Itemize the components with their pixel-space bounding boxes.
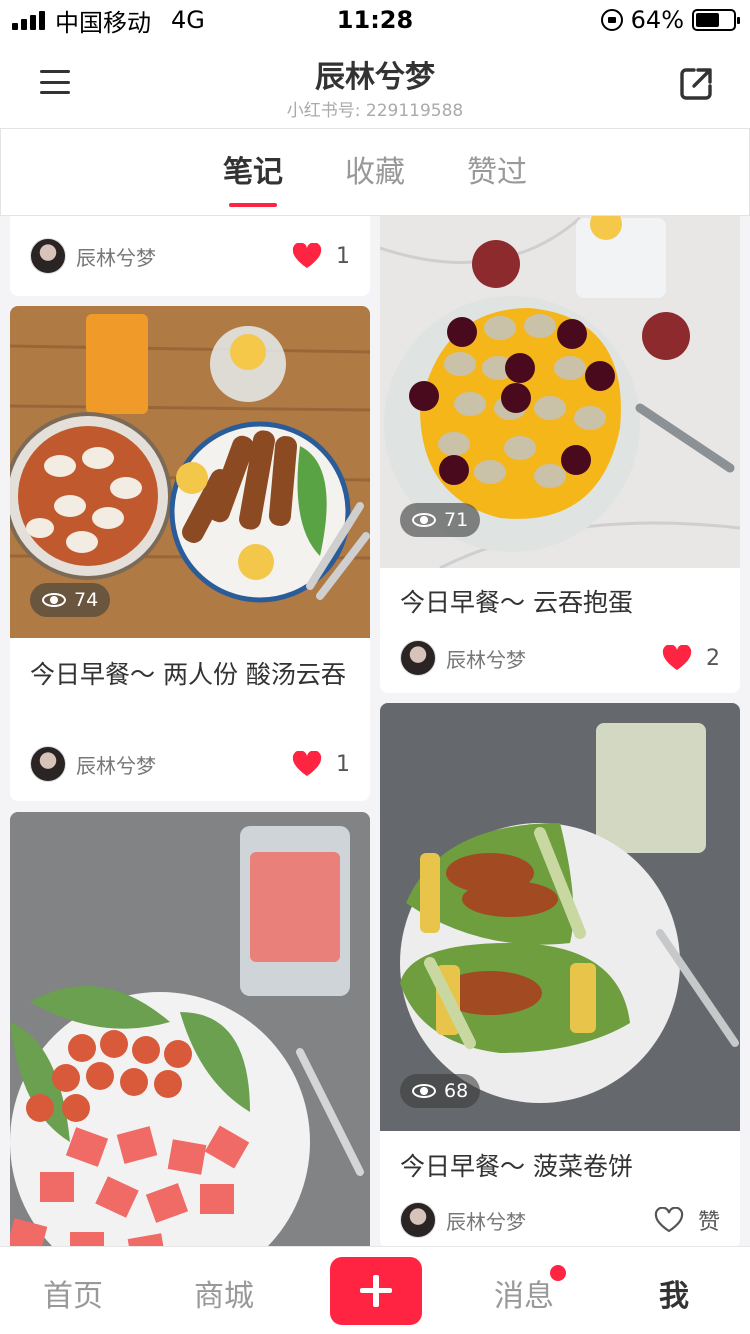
battery-percent: 64% <box>630 6 684 34</box>
like-count: 1 <box>336 243 350 269</box>
avatar <box>400 640 436 676</box>
note-cover-image <box>380 703 740 1131</box>
create-post-button[interactable] <box>330 1257 422 1325</box>
heart-outline-icon <box>654 1207 684 1233</box>
bottom-nav: 首页 商城 消息 我 <box>0 1246 750 1334</box>
nav-me[interactable]: 我 <box>659 1271 689 1315</box>
tab-notes[interactable]: 笔记 <box>223 147 283 207</box>
like-count: 1 <box>336 751 350 777</box>
eye-icon <box>412 1084 436 1098</box>
author-name: 辰林兮梦 <box>446 1209 526 1234</box>
like-button[interactable]: 赞 <box>654 1204 720 1236</box>
profile-header: 辰林兮梦 小红书号: 229119588 <box>0 40 750 128</box>
note-card[interactable]: 辰林兮梦 1 <box>10 216 370 296</box>
nav-messages[interactable]: 消息 <box>494 1271 554 1315</box>
avatar <box>400 1202 436 1238</box>
note-card[interactable]: 68 今日早餐～ 菠菜卷饼 辰林兮梦 赞 <box>380 703 740 1246</box>
card-meta: 辰林兮梦 2 <box>400 638 720 678</box>
note-title: 今日早餐～ 云吞抱蛋 <box>400 588 633 617</box>
view-count-badge: 74 <box>30 583 111 617</box>
heart-filled-icon <box>292 751 322 776</box>
avatar <box>30 746 66 782</box>
rotation-lock-icon <box>600 9 623 31</box>
like-count: 2 <box>706 645 720 671</box>
card-meta: 辰林兮梦 1 <box>30 236 350 276</box>
user-id: 小红书号: 229119588 <box>286 101 464 121</box>
view-count-badge: 71 <box>400 503 481 537</box>
like-button[interactable]: 2 <box>662 645 720 671</box>
view-count-badge: 68 <box>400 1074 481 1108</box>
heart-filled-icon <box>292 243 322 268</box>
author-name: 辰林兮梦 <box>446 647 526 672</box>
note-card[interactable]: 71 今日早餐～ 云吞抱蛋 辰林兮梦 2 <box>380 216 740 693</box>
author-name: 辰林兮梦 <box>76 753 156 778</box>
profile-tabs: 笔记 收藏 赞过 <box>0 128 750 216</box>
tab-liked[interactable]: 赞过 <box>467 147 527 197</box>
card-meta: 辰林兮梦 1 <box>30 744 350 784</box>
note-cover-image <box>10 812 370 1246</box>
status-bar: 中国移动 4G 11:28 64% <box>0 0 750 40</box>
nav-mall[interactable]: 商城 <box>194 1271 254 1315</box>
eye-icon <box>412 513 436 527</box>
share-icon[interactable] <box>678 66 714 102</box>
view-count: 71 <box>444 509 469 531</box>
card-meta: 辰林兮梦 赞 <box>400 1200 720 1240</box>
notification-dot <box>550 1265 566 1281</box>
like-button[interactable]: 1 <box>292 751 350 777</box>
view-count: 74 <box>74 589 99 611</box>
note-title: 今日早餐～ 两人份 酸汤云吞 <box>30 660 346 689</box>
like-label: 赞 <box>697 1210 720 1235</box>
page-title: 辰林兮梦 <box>315 60 435 95</box>
note-card[interactable]: 74 今日早餐～ 两人份 酸汤云吞 辰林兮梦 1 <box>10 306 370 801</box>
nav-home[interactable]: 首页 <box>43 1271 103 1315</box>
avatar <box>30 238 66 274</box>
note-card[interactable] <box>10 812 370 1246</box>
heart-filled-icon <box>662 645 692 670</box>
view-count: 68 <box>444 1080 469 1102</box>
like-button[interactable]: 1 <box>292 243 350 269</box>
note-title: 今日早餐～ 菠菜卷饼 <box>400 1152 633 1181</box>
author-name: 辰林兮梦 <box>76 245 156 270</box>
battery-icon <box>692 9 740 31</box>
eye-icon <box>42 593 66 607</box>
notes-feed[interactable]: 辰林兮梦 1 74 今日早餐～ 两人份 酸汤云吞 辰林兮梦 1 71 今日早餐～… <box>0 216 750 1246</box>
tab-collections[interactable]: 收藏 <box>345 147 405 197</box>
